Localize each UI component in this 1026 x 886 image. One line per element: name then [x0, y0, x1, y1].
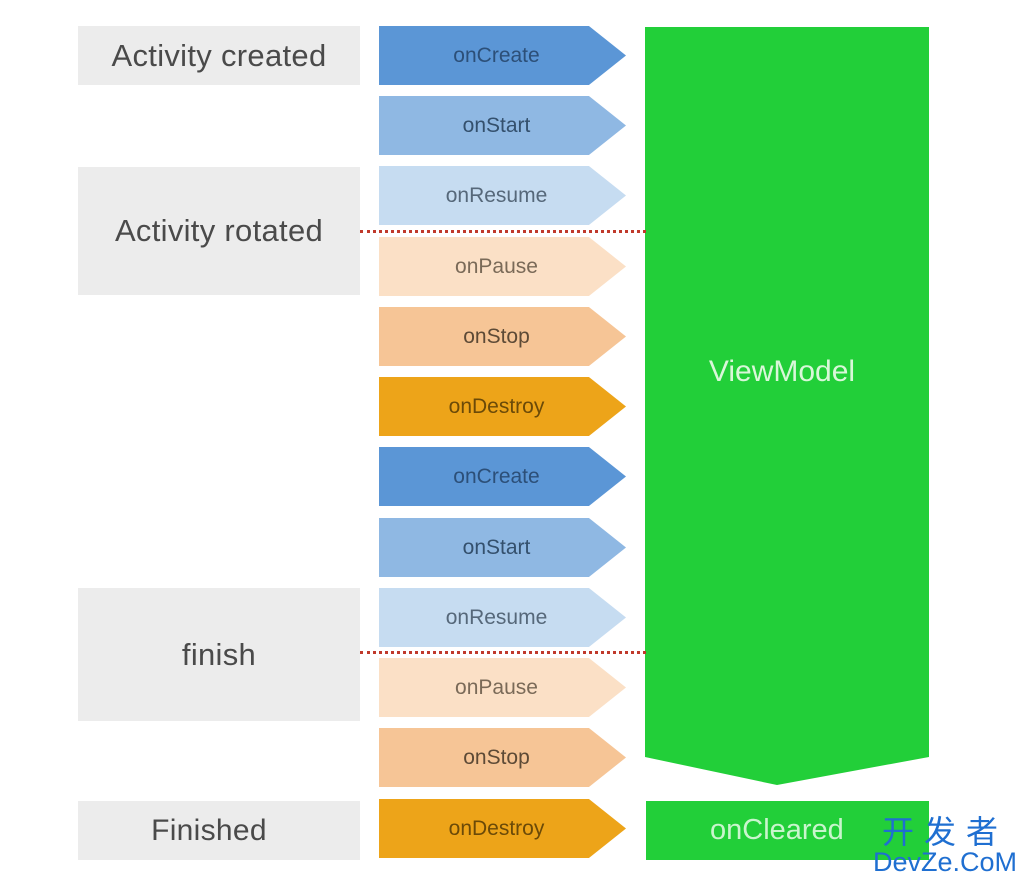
lifecycle-arrow-label: onStop	[463, 324, 530, 348]
lifecycle-arrow-ondestroy: onDestroy	[379, 799, 626, 858]
lifecycle-arrow-onstart: onStart	[379, 96, 626, 155]
on-cleared-label: onCleared	[710, 814, 844, 846]
lifecycle-arrow-label: onDestroy	[448, 816, 545, 840]
viewmodel-label: ViewModel	[708, 355, 856, 388]
lifecycle-arrow-label: onCreate	[453, 464, 540, 488]
lifecycle-arrow-label: onResume	[445, 605, 548, 629]
lifecycle-arrow-label: onPause	[455, 254, 538, 278]
watermark-en: DevZe.CoM	[872, 847, 1018, 877]
state-activity-rotated: Activity rotated	[78, 167, 360, 295]
finish-divider	[360, 651, 646, 654]
rotation-divider	[360, 230, 646, 233]
lifecycle-arrow-oncreate: onCreate	[379, 447, 626, 506]
lifecycle-arrow-label: onStart	[462, 535, 531, 559]
lifecycle-arrow-label: onStop	[463, 745, 530, 769]
lifecycle-arrow-ondestroy: onDestroy	[379, 377, 626, 436]
state-activity-created: Activity created	[78, 26, 360, 85]
lifecycle-arrow-label: onDestroy	[448, 394, 545, 418]
state-finish: finish	[78, 588, 360, 721]
lifecycle-arrow-label: onPause	[455, 675, 538, 699]
watermark-cn: 开发者	[881, 814, 1008, 850]
lifecycle-arrow-onstop: onStop	[379, 728, 626, 787]
viewmodel-scope-bar	[645, 27, 929, 785]
lifecycle-arrow-onresume: onResume	[379, 166, 626, 225]
lifecycle-arrow-onstop: onStop	[379, 307, 626, 366]
lifecycle-arrow-onstart: onStart	[379, 518, 626, 577]
lifecycle-arrow-onresume: onResume	[379, 588, 626, 647]
lifecycle-arrow-oncreate: onCreate	[379, 26, 626, 85]
lifecycle-arrow-label: onStart	[462, 113, 531, 137]
watermark: 开发者 DevZe.CoM	[866, 814, 1024, 877]
lifecycle-arrow-onpause: onPause	[379, 658, 626, 717]
lifecycle-arrow-label: onResume	[445, 183, 548, 207]
lifecycle-arrow-label: onCreate	[453, 43, 540, 67]
state-finished: Finished	[78, 801, 360, 860]
viewmodel-shape	[645, 27, 929, 785]
lifecycle-arrow-onpause: onPause	[379, 237, 626, 296]
